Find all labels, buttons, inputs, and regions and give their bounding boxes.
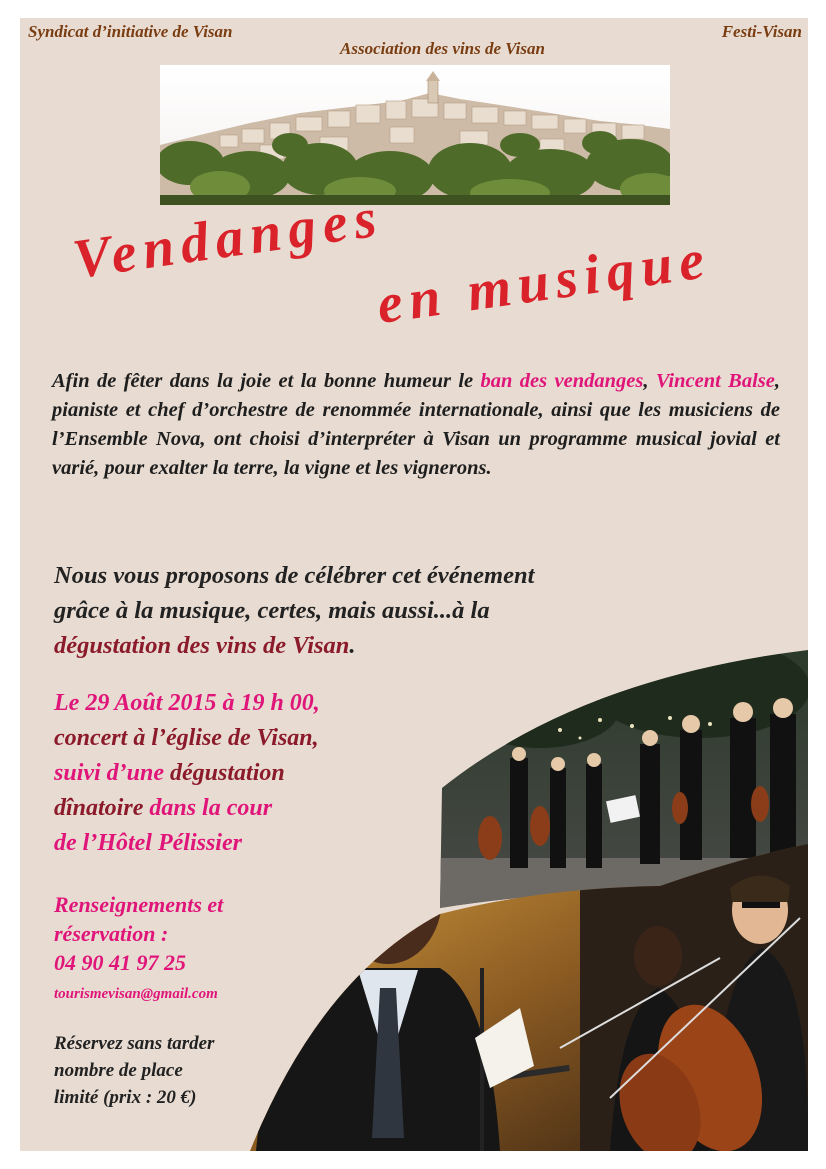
intro-highlight-name: Vincent Balse xyxy=(655,370,775,392)
intro-text-2: , xyxy=(643,370,649,392)
event-concert: concert à l’église de Visan, xyxy=(54,725,319,751)
propose-line-1: Nous vous proposons de célébrer cet évén… xyxy=(54,562,535,589)
header-right: Festi-Visan xyxy=(721,22,802,41)
contact-line-2: réservation : xyxy=(54,921,169,946)
contact-line-1: Renseignements et xyxy=(54,892,224,917)
village-photo xyxy=(160,65,670,205)
reserve-block: Réservez sans tarder nombre de place lim… xyxy=(54,1030,214,1111)
intro-text-1: Afin de fêter dans la joie et la bonne h… xyxy=(52,370,481,392)
propose-paragraph: Nous vous proposons de célébrer cet évén… xyxy=(54,558,534,663)
event-tasting: dégustation xyxy=(170,760,285,786)
intro-highlight-ban: ban des vendanges xyxy=(480,370,644,392)
propose-line-3: dégustation des vins de Visan xyxy=(54,632,350,659)
event-info: Le 29 Août 2015 à 19 h 00, concert à l’é… xyxy=(54,686,320,861)
propose-line-3-end: . xyxy=(349,632,356,659)
event-venue: de l’Hôtel Pélissier xyxy=(54,830,242,856)
event-courtyard: dans la cour xyxy=(143,795,273,821)
event-followed: suivi d’une xyxy=(54,760,171,786)
reserve-line-2: nombre de place xyxy=(54,1060,183,1081)
contact-block: Renseignements et réservation : 04 90 41… xyxy=(54,890,223,977)
title-line-2: en musique xyxy=(373,227,715,337)
propose-line-2: grâce à la musique, certes, mais aussi..… xyxy=(54,597,490,624)
header-center: Association des vins de Visan xyxy=(340,39,545,58)
musicians-closeup-photo xyxy=(250,844,808,1151)
intro-paragraph: Afin de fêter dans la joie et la bonne h… xyxy=(52,367,780,483)
reserve-line-3: limité (prix : 20 €) xyxy=(54,1087,197,1108)
event-date: Le 29 Août 2015 à 19 h 00, xyxy=(54,690,320,716)
orchestra-night-photo xyxy=(440,650,808,908)
header-left: Syndicat d’initiative de Visan xyxy=(28,22,233,41)
event-dinner: dînatoire xyxy=(54,795,144,821)
contact-phone[interactable]: 04 90 41 97 25 xyxy=(54,948,223,977)
poster: Syndicat d’initiative de Visan Associati… xyxy=(20,18,808,1151)
reserve-line-1: Réservez sans tarder xyxy=(54,1033,215,1054)
contact-email[interactable]: tourismevisan@gmail.com xyxy=(54,986,218,1003)
